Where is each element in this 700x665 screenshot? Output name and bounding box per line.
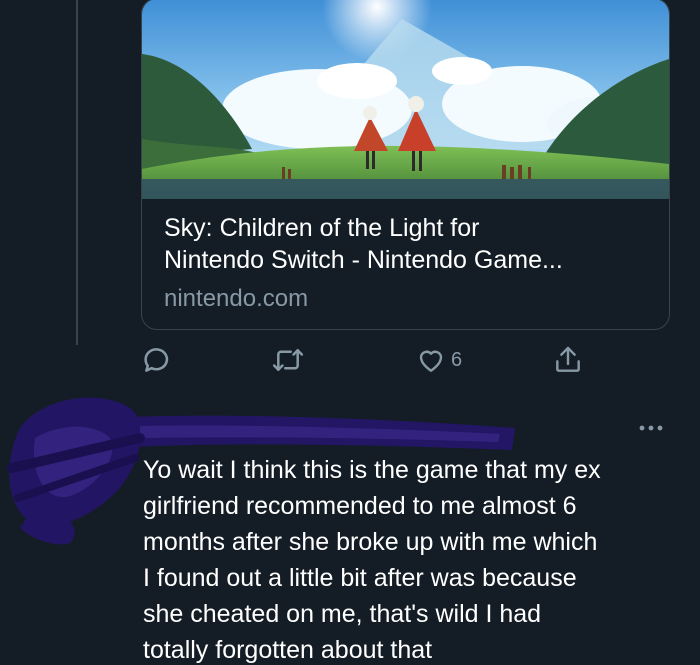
retweet-button[interactable] [270,340,306,380]
link-card-domain: nintendo.com [164,285,309,312]
reply-bubble-icon [144,348,169,372]
tweet-action-bar: 6 [140,340,600,380]
link-preview-card[interactable]: Sky: Children of the Light for Nintendo … [141,0,670,330]
link-card-title: Sky: Children of the Light for Nintendo … [164,214,563,274]
share-button[interactable] [552,340,584,380]
heart-icon [419,350,443,372]
retweet-icon [272,349,304,371]
tweet-thread: Sky: Children of the Light for Nintendo … [0,0,700,665]
reply-tweet-text: Yo wait I think this is the game that my… [143,456,601,664]
game-preview-image [142,0,669,199]
like-count: 6 [451,348,463,371]
share-icon [556,346,580,372]
thread-connector-line [76,0,78,345]
like-button[interactable]: 6 [415,340,462,380]
reply-button[interactable] [140,340,174,380]
more-options-icon[interactable] [636,418,666,438]
